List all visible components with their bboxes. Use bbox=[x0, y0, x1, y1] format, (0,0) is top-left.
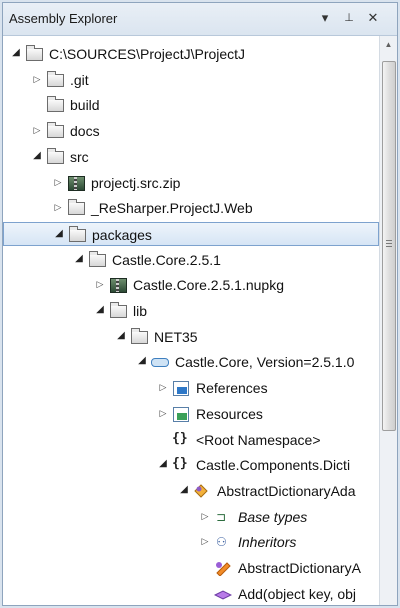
assembly-tree: ◢ C:\SOURCES\ProjectJ\ProjectJ ▷ .git build ▷… bbox=[3, 36, 379, 605]
tree-row[interactable]: ▷ Resources bbox=[3, 402, 379, 426]
folder-icon bbox=[88, 251, 106, 267]
expand-triangle-icon[interactable]: ▷ bbox=[32, 74, 42, 84]
tree-row[interactable]: ◢ C:\SOURCES\ProjectJ\ProjectJ bbox=[3, 42, 379, 66]
collapse-triangle-icon[interactable]: ◢ bbox=[74, 254, 84, 264]
expand-triangle-icon[interactable]: ▷ bbox=[200, 511, 210, 521]
dropdown-arrow-icon[interactable]: ▾ bbox=[315, 8, 335, 28]
assembly-icon bbox=[151, 353, 169, 369]
tree-row[interactable]: ◢ Castle.Core.2.5.1 bbox=[3, 248, 379, 272]
close-icon[interactable]: ✕ bbox=[363, 8, 383, 28]
assembly-explorer-panel: Assembly Explorer ▾ ⊥ ✕ ◢ C:\SOURCES\Proj… bbox=[2, 2, 398, 606]
tree-row[interactable]: ◢ Castle.Core, Version=2.5.1.0 bbox=[3, 350, 379, 374]
tree-row[interactable]: ◢ NET35 bbox=[3, 325, 379, 349]
tree-row[interactable]: Add(object key, obj bbox=[3, 582, 379, 605]
tree-row-label: AbstractDictionaryA bbox=[238, 560, 361, 576]
tree-row-label: Inheritors bbox=[238, 534, 297, 550]
project-folder-icon bbox=[25, 45, 43, 61]
namespace-icon: {} bbox=[172, 456, 188, 471]
tree-row-label: Castle.Components.Dicti bbox=[196, 457, 351, 473]
folder-icon bbox=[46, 71, 64, 87]
collapse-triangle-icon[interactable]: ◢ bbox=[95, 305, 105, 315]
expand-triangle-icon[interactable]: ▷ bbox=[53, 177, 63, 187]
package-icon bbox=[109, 276, 127, 293]
references-icon bbox=[172, 379, 190, 396]
tree-row[interactable]: ▷ Castle.Core.2.5.1.nupkg bbox=[3, 273, 379, 297]
tree-row-label: Base types bbox=[238, 509, 308, 525]
tree-row[interactable]: ▷ References bbox=[3, 376, 379, 400]
pin-icon[interactable]: ⊥ bbox=[339, 8, 359, 28]
folder-icon bbox=[68, 226, 86, 242]
collapse-triangle-icon[interactable]: ◢ bbox=[116, 331, 126, 341]
tree-row-label: docs bbox=[70, 123, 100, 139]
collapse-triangle-icon[interactable]: ◢ bbox=[11, 48, 21, 58]
class-icon bbox=[193, 482, 211, 498]
tree-row-label: NET35 bbox=[154, 329, 198, 345]
tree-row-label: <Root Namespace> bbox=[196, 432, 321, 448]
folder-icon bbox=[67, 199, 85, 215]
tree-row[interactable]: ◢ {} Castle.Components.Dicti bbox=[3, 453, 379, 477]
tree-row-label: lib bbox=[133, 303, 148, 319]
zip-icon bbox=[67, 174, 85, 191]
tree-row-label: Castle.Core.2.5.1 bbox=[112, 252, 221, 268]
tree-row-label: AbstractDictionaryAda bbox=[217, 483, 356, 499]
tree-row-label: Castle.Core, Version=2.5.1.0 bbox=[175, 354, 355, 370]
namespace-icon: {} bbox=[172, 431, 188, 446]
method-icon bbox=[213, 585, 233, 601]
tree-row-label: src bbox=[70, 149, 89, 165]
folder-icon bbox=[46, 96, 64, 112]
panel-titlebar: Assembly Explorer ▾ ⊥ ✕ bbox=[3, 3, 397, 36]
tree-row[interactable]: {} <Root Namespace> bbox=[3, 428, 379, 452]
tree-row-label: Castle.Core.2.5.1.nupkg bbox=[133, 277, 284, 293]
constructor-icon bbox=[214, 559, 232, 577]
expand-triangle-icon[interactable]: ▷ bbox=[32, 125, 42, 135]
expand-triangle-icon[interactable]: ▷ bbox=[158, 408, 168, 418]
folder-icon bbox=[46, 122, 64, 138]
expand-triangle-icon[interactable]: ▷ bbox=[53, 202, 63, 212]
tree-row[interactable]: AbstractDictionaryA bbox=[3, 556, 379, 580]
collapse-triangle-icon[interactable]: ◢ bbox=[32, 151, 42, 161]
inheritors-icon: ⚇ bbox=[216, 535, 227, 549]
resources-icon bbox=[172, 405, 190, 422]
vertical-scrollbar[interactable]: ▲ bbox=[379, 36, 397, 605]
folder-icon bbox=[130, 328, 148, 344]
tree-row-label: build bbox=[70, 97, 100, 113]
tree-row[interactable]: ▷ .git bbox=[3, 68, 379, 92]
tree-row[interactable]: ◢ packages bbox=[3, 222, 379, 246]
base-types-icon: ⊐ bbox=[216, 510, 227, 524]
tree-row[interactable]: build bbox=[3, 93, 379, 117]
tree-row[interactable]: ▷ docs bbox=[3, 119, 379, 143]
tree-row-label: Resources bbox=[196, 406, 263, 422]
tree-row-label: _ReSharper.ProjectJ.Web bbox=[91, 200, 253, 216]
collapse-triangle-icon[interactable]: ◢ bbox=[158, 459, 168, 469]
scrollbar-thumb[interactable] bbox=[382, 61, 396, 431]
tree-row-label: C:\SOURCES\ProjectJ\ProjectJ bbox=[49, 46, 246, 62]
expand-triangle-icon[interactable]: ▷ bbox=[200, 536, 210, 546]
folder-icon bbox=[46, 148, 64, 164]
expand-triangle-icon[interactable]: ▷ bbox=[95, 279, 105, 289]
panel-title: Assembly Explorer bbox=[9, 11, 118, 26]
tree-row[interactable]: ◢ src bbox=[3, 145, 379, 169]
tree-row-label: packages bbox=[92, 227, 152, 243]
tree-row[interactable]: ▷ ⚇ Inheritors bbox=[3, 530, 379, 554]
collapse-triangle-icon[interactable]: ◢ bbox=[54, 229, 64, 239]
tree-row-label: Add(object key, obj bbox=[238, 586, 357, 602]
collapse-triangle-icon[interactable]: ◢ bbox=[137, 356, 147, 366]
scrollbar-grip-icon bbox=[386, 240, 392, 248]
folder-icon bbox=[109, 302, 127, 318]
scroll-up-icon[interactable]: ▲ bbox=[380, 36, 397, 54]
tree-row-label: References bbox=[196, 380, 268, 396]
tree-row[interactable]: ▷ _ReSharper.ProjectJ.Web bbox=[3, 196, 379, 220]
expand-triangle-icon[interactable]: ▷ bbox=[158, 382, 168, 392]
tree-row-label: projectj.src.zip bbox=[91, 175, 181, 191]
tree-row[interactable]: ▷ projectj.src.zip bbox=[3, 171, 379, 195]
tree-row[interactable]: ◢ lib bbox=[3, 299, 379, 323]
collapse-triangle-icon[interactable]: ◢ bbox=[179, 485, 189, 495]
tree-row-label: .git bbox=[70, 72, 89, 88]
tree-row[interactable]: ◢ AbstractDictionaryAda bbox=[3, 479, 379, 503]
tree-row[interactable]: ▷ ⊐ Base types bbox=[3, 505, 379, 529]
